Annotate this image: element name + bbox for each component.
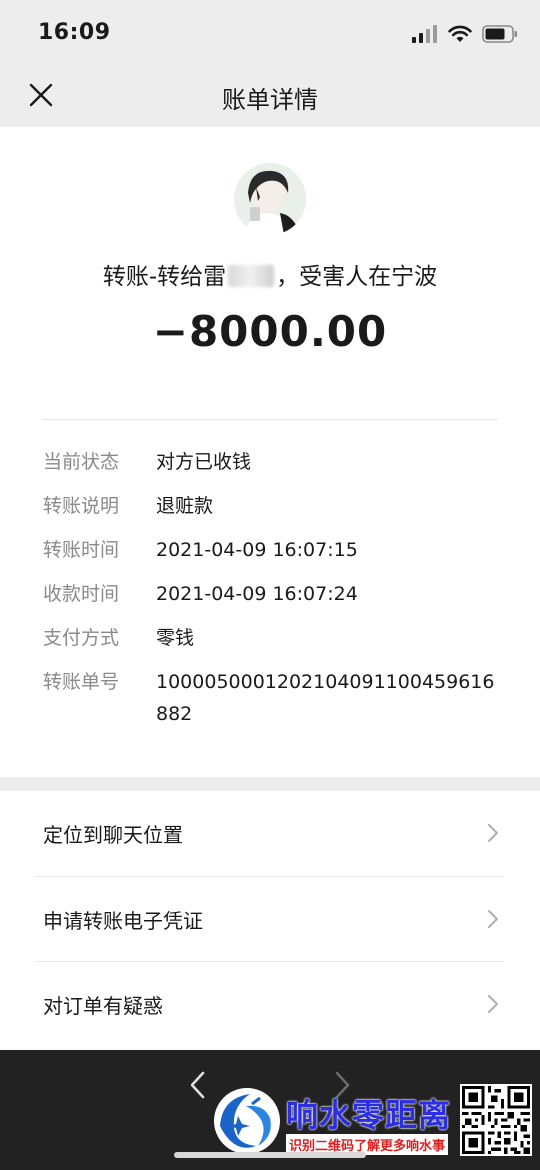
detail-row-note: 转账说明 退赃款 — [43, 493, 503, 519]
transfer-title-suffix: ，受害人在宁波 — [276, 264, 438, 290]
detail-value: 2021-04-09 16:07:15 — [156, 539, 358, 561]
detail-value: 零钱 — [156, 627, 195, 649]
detail-label: 转账说明 — [43, 495, 120, 517]
details-list: 当前状态 对方已收钱 转账说明 退赃款 转账时间 2021-04-09 16:0… — [43, 449, 503, 748]
detail-label: 当前状态 — [43, 451, 120, 473]
battery-icon — [482, 25, 517, 43]
avatar-portrait-icon — [234, 163, 306, 235]
transfer-title-prefix: 转账-转给雷 — [102, 264, 227, 290]
detail-row-received-time: 收款时间 2021-04-09 16:07:24 — [43, 581, 503, 607]
back-arrow-icon[interactable] — [186, 1070, 210, 1100]
detail-value: 对方已收钱 — [156, 451, 252, 473]
divider — [42, 419, 498, 420]
page-title: 账单详情 — [222, 86, 318, 114]
watermark-title: 响水零距离 — [286, 1096, 452, 1134]
order-question-button[interactable]: 对订单有疑惑 — [0, 962, 540, 1046]
detail-row-transfer-time: 转账时间 2021-04-09 16:07:15 — [43, 537, 503, 563]
detail-row-payment-method: 支付方式 零钱 — [43, 625, 503, 651]
qr-code-icon — [462, 1086, 530, 1154]
action-label: 申请转账电子凭证 — [43, 909, 203, 933]
locate-chat-button[interactable]: 定位到聊天位置 — [0, 791, 540, 875]
wifi-icon — [448, 25, 472, 42]
transfer-amount: −8000.00 — [152, 307, 388, 356]
home-indicator[interactable] — [174, 1152, 366, 1158]
chevron-right-icon — [487, 994, 499, 1014]
detail-row-status: 当前状态 对方已收钱 — [43, 449, 503, 475]
transfer-title: 转账-转给雷 ，受害人在宁波 — [0, 257, 540, 291]
detail-label: 收款时间 — [43, 583, 120, 605]
transaction-card: 转账-转给雷 ，受害人在宁波 −8000.00 当前状态 对方已收钱 转账说明 退… — [0, 127, 540, 777]
status-time: 16:09 — [38, 20, 111, 45]
watermark-logo-icon — [214, 1088, 280, 1154]
action-label: 定位到聊天位置 — [43, 823, 183, 847]
detail-value: 2021-04-09 16:07:24 — [156, 583, 358, 605]
chevron-right-icon — [487, 909, 499, 929]
status-bar: 16:09 — [0, 0, 540, 66]
navigation-bar: 账单详情 — [0, 66, 540, 126]
redacted-name — [228, 265, 275, 287]
request-receipt-button[interactable]: 申请转账电子凭证 — [0, 877, 540, 961]
detail-label: 支付方式 — [43, 627, 120, 649]
avatar — [234, 163, 306, 235]
status-icons — [412, 22, 518, 46]
chevron-right-icon — [487, 823, 499, 843]
action-label: 对订单有疑惑 — [43, 994, 163, 1018]
detail-row-transaction-id: 转账单号 1000050001202104091100459616882 — [43, 669, 503, 730]
qr-code — [460, 1084, 532, 1156]
bottom-toolbar: 响水零距离 识别二维码了解更多响水事 — [0, 1050, 540, 1170]
detail-value: 退赃款 — [156, 495, 214, 517]
detail-value: 1000050001202104091100459616882 — [156, 671, 495, 725]
cellular-signal-icon — [412, 25, 437, 43]
detail-label: 转账单号 — [43, 671, 120, 693]
detail-label: 转账时间 — [43, 539, 120, 561]
action-list: 定位到聊天位置 申请转账电子凭证 对订单有疑惑 — [0, 791, 540, 1050]
